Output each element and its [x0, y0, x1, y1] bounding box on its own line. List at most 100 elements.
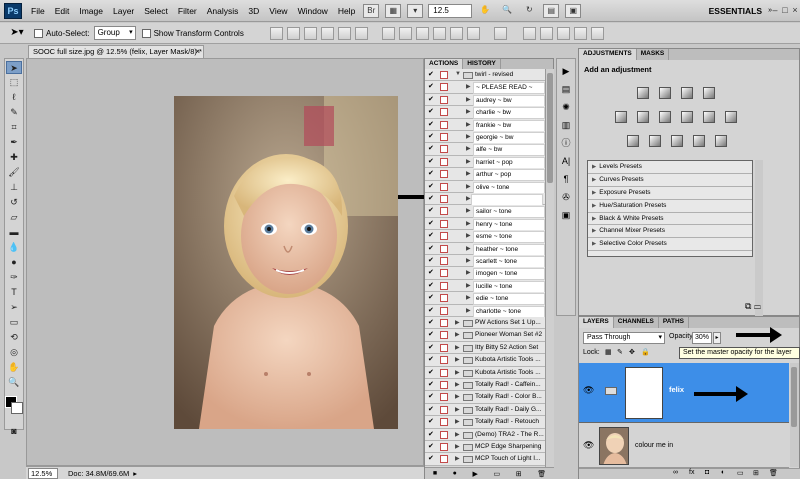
move-tool-icon[interactable]: ➤ [6, 61, 22, 74]
delete-action-icon[interactable]: 🗑 [537, 470, 546, 478]
tab-layers[interactable]: LAYERS [579, 317, 614, 328]
dialog-toggle-icon[interactable] [440, 182, 448, 191]
new-set-icon[interactable]: ▭ [494, 470, 501, 478]
toggle-check-icon[interactable]: ✔ [428, 418, 436, 426]
path-select-icon[interactable]: ➢ [6, 301, 22, 314]
action-set-label[interactable]: Totally Rad! - Caffein... [475, 379, 545, 391]
action-label[interactable]: scarlett ~ tone [473, 256, 545, 268]
toggle-check-icon[interactable]: ✔ [428, 133, 436, 141]
expand-triangle-icon[interactable]: ▶ [455, 369, 460, 376]
action-row[interactable]: ✔ ▶ harriet ~ pop [425, 155, 545, 169]
status-zoom-field[interactable]: 12.5% [28, 467, 58, 479]
expand-triangle-icon[interactable]: ▶ [466, 158, 471, 165]
expand-triangle-icon[interactable]: ▶ [466, 307, 471, 314]
dialog-toggle-icon[interactable] [440, 405, 448, 414]
brush-tool-icon[interactable]: 🖌 [6, 166, 22, 179]
actions-scroll-thumb[interactable] [547, 73, 553, 183]
dialog-toggle-icon[interactable] [440, 343, 448, 352]
dialog-toggle-icon[interactable] [440, 170, 448, 179]
toggle-check-icon[interactable]: ✔ [428, 183, 436, 191]
action-row[interactable]: ✔ ▶ alfe ~ bw [425, 143, 545, 157]
histogram-panel-icon[interactable]: ▥ [559, 119, 573, 131]
dodge-tool-icon[interactable]: ● [6, 256, 22, 269]
action-label[interactable]: imogen ~ tone [473, 268, 545, 281]
align-left-icon[interactable] [320, 26, 334, 40]
background-color-swatch[interactable] [11, 402, 23, 414]
layers-scrollbar[interactable] [790, 363, 799, 467]
new-adjustment-icon[interactable]: ◐ [721, 469, 725, 476]
screen-mode-icon[interactable]: ▣ [565, 3, 582, 18]
visibility-eye-icon[interactable]: 👁 [583, 440, 594, 451]
menu-window[interactable]: Window [293, 0, 333, 22]
brightness-contrast-icon[interactable] [637, 87, 649, 99]
toggle-check-icon[interactable]: ✔ [428, 282, 436, 290]
3d-roll-icon[interactable] [539, 26, 553, 40]
toggle-check-icon[interactable]: ✔ [428, 170, 436, 178]
tool-presets-panel-icon[interactable]: ✇ [559, 191, 573, 203]
layers-scroll-thumb[interactable] [791, 367, 797, 427]
action-set-label[interactable]: Kubota Artistic Tools ... [475, 354, 545, 366]
zoom-tool-icon[interactable]: 🔍 [499, 4, 515, 18]
record-icon[interactable]: ● [453, 470, 457, 477]
visibility-eye-icon[interactable]: 👁 [583, 385, 594, 396]
action-label[interactable]: audrey ~ bw [473, 94, 545, 107]
layer-name-colour[interactable]: colour me in [635, 442, 673, 449]
curves-icon[interactable] [681, 87, 693, 99]
expand-triangle-icon[interactable]: ▶ [466, 133, 471, 140]
action-label[interactable]: heather ~ tone [473, 243, 545, 256]
threshold-icon[interactable] [671, 135, 683, 147]
3d-drag-icon[interactable] [556, 26, 570, 40]
clip-to-layer-icon[interactable]: ⧉ [745, 301, 751, 311]
toggle-check-icon[interactable]: ✔ [428, 431, 436, 439]
action-set-row[interactable]: ✔ ▶ Pioneer Woman Set #2 [425, 329, 545, 342]
lock-position-icon[interactable]: ✥ [629, 348, 637, 357]
expand-triangle-icon[interactable]: ▶ [455, 443, 460, 450]
adjustments-scrollbar[interactable] [755, 160, 763, 320]
tab-paths[interactable]: PATHS [659, 317, 689, 328]
toggle-check-icon[interactable]: ✔ [428, 257, 436, 265]
distribute-left-icon[interactable] [432, 26, 446, 40]
dialog-toggle-icon[interactable] [440, 195, 448, 203]
distribute-top-icon[interactable] [381, 26, 395, 40]
lock-pixels-icon[interactable]: ✎ [617, 348, 625, 357]
action-label[interactable]: harriet ~ pop [473, 156, 545, 169]
expand-triangle-icon[interactable]: ▶ [455, 319, 460, 326]
action-label[interactable]: esme ~ tone [473, 231, 545, 244]
toggle-check-icon[interactable]: ✔ [428, 319, 436, 327]
layer-style-icon[interactable]: fx [689, 469, 694, 476]
exposure-icon[interactable] [703, 87, 715, 99]
lock-all-icon[interactable]: 🔒 [641, 348, 650, 357]
action-set-row[interactable]: ✔ ▶ Totally Rad! - Daily G... [425, 403, 545, 417]
action-label[interactable]: felix ~ tone [471, 194, 543, 206]
action-row[interactable]: ✔ ▶ audrey ~ bw [425, 93, 545, 107]
black-white-icon[interactable] [681, 111, 693, 123]
document-tab[interactable]: SOOC full size.jpg @ 12.5% (felix, Layer… [28, 45, 204, 58]
dialog-toggle-icon[interactable] [440, 207, 448, 216]
new-action-icon[interactable]: ⊞ [516, 470, 522, 478]
distribute-right-icon[interactable] [466, 26, 480, 40]
marquee-tool-icon[interactable]: ⬚ [6, 76, 22, 89]
toggle-check-icon[interactable]: ✔ [428, 207, 436, 215]
action-row[interactable]: ✔ ▶ georgie ~ bw [425, 131, 545, 144]
action-set-label[interactable]: PW Actions Set 1 Up... [475, 317, 545, 329]
move-tool-preset-icon[interactable]: ➤▾ [6, 25, 28, 41]
expand-triangle-icon[interactable]: ▶ [466, 207, 471, 214]
action-row[interactable]: ✔ ▶ henry ~ tone [425, 217, 545, 231]
action-set-row[interactable]: ✔ ▶ Itty Bitty 52 Action Set [425, 341, 545, 355]
action-row[interactable]: ✔ ▶ frankie ~ bw [425, 118, 545, 132]
auto-align-icon[interactable] [493, 26, 507, 40]
action-set-row[interactable]: ✔ ▶ Kubota Artistic Tools ... [425, 354, 545, 367]
rotate-view-icon[interactable]: ↻ [521, 4, 537, 18]
maximize-icon[interactable]: □ [780, 4, 790, 16]
clone-source-panel-icon[interactable]: ▣ [559, 209, 573, 221]
quick-mask-icon[interactable]: ◙ [6, 425, 22, 438]
blur-tool-icon[interactable]: 💧 [6, 241, 22, 254]
crop-tool-icon[interactable]: ⌗ [6, 121, 22, 134]
action-set-row[interactable]: ✔ ▶ Kubota Artistic Tools ... [425, 366, 545, 379]
action-row[interactable]: ✔ ▶ felix ~ tone [425, 193, 545, 206]
action-label[interactable]: georgie ~ bw [473, 132, 545, 144]
toggle-check-icon[interactable]: ✔ [428, 443, 436, 451]
expanded-view-icon[interactable]: ▭ [754, 301, 761, 311]
dialog-toggle-icon[interactable] [440, 108, 448, 117]
toggle-check-icon[interactable]: ✔ [428, 381, 436, 389]
